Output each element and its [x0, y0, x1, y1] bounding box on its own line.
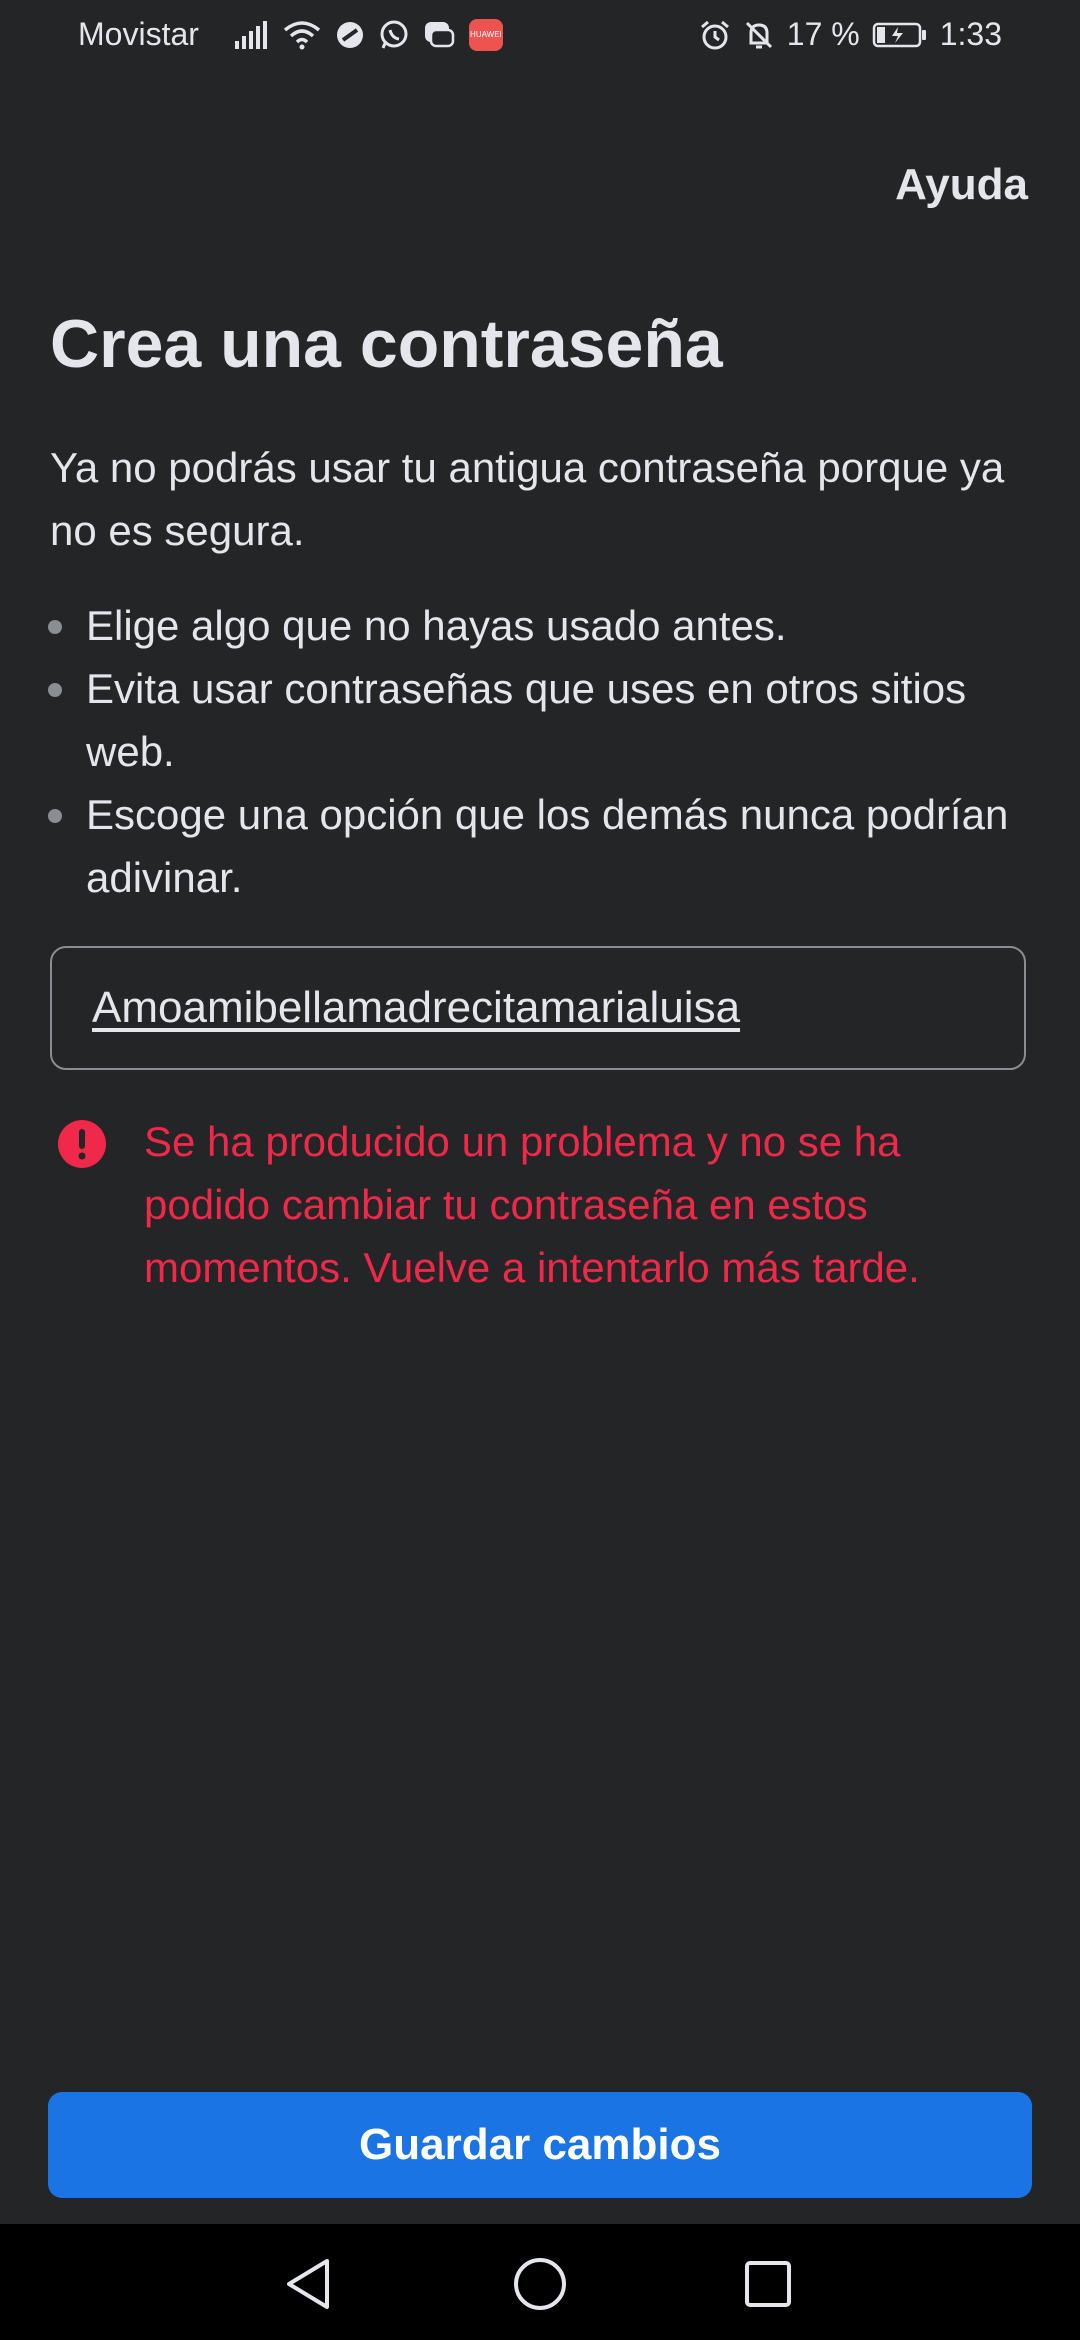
signal-icon: [234, 20, 269, 49]
chat-icon: [423, 20, 455, 50]
huawei-app-icon: HUAWEI: [468, 18, 503, 51]
error-icon: [56, 1118, 108, 1170]
system-nav-bar: [0, 2224, 1080, 2340]
clock-time: 1:33: [939, 16, 1002, 52]
app-badge-label: HUAWEI: [470, 30, 502, 39]
back-icon[interactable]: [278, 2254, 338, 2314]
password-field[interactable]: Amoamibellamadrecitamarialuisa: [50, 946, 1026, 1070]
bell-off-icon: [743, 19, 775, 51]
carrier-label: Movistar: [78, 16, 199, 52]
battery-charging-icon: [872, 21, 928, 49]
tip-item: Escoge una opción que los demás nunca po…: [40, 783, 1030, 909]
password-value[interactable]: Amoamibellamadrecitamarialuisa: [92, 983, 740, 1033]
error-text: Se ha producido un problema y no se ha p…: [144, 1118, 920, 1291]
error-message: Se ha producido un problema y no se ha p…: [56, 1110, 1016, 1299]
whatsapp-icon: [379, 20, 409, 50]
battery-percent: 17 %: [786, 16, 860, 52]
save-changes-button[interactable]: Guardar cambios: [48, 2092, 1032, 2198]
password-screen: Movistar HUAWEI 17 % 1:33 Ayuda Crea una…: [0, 0, 1080, 2340]
wifi-icon: [283, 20, 321, 50]
alarm-icon: [699, 19, 731, 51]
password-tips-list: Elige algo que no hayas usado antes. Evi…: [40, 594, 1030, 909]
status-bar-right: 17 % 1:33: [699, 16, 1002, 53]
help-link[interactable]: Ayuda: [895, 160, 1028, 210]
do-not-disturb-icon: [335, 20, 365, 50]
tip-item: Evita usar contraseñas que uses en otros…: [40, 657, 1030, 783]
page-title: Crea una contraseña: [50, 306, 723, 382]
tip-item: Elige algo que no hayas usado antes.: [40, 594, 1030, 657]
status-bar-left: Movistar HUAWEI: [78, 16, 503, 53]
home-icon[interactable]: [510, 2254, 570, 2314]
status-bar: Movistar HUAWEI 17 % 1:33: [0, 0, 1080, 72]
recents-icon[interactable]: [738, 2254, 798, 2314]
intro-text: Ya no podrás usar tu antigua contraseña …: [50, 444, 1005, 554]
